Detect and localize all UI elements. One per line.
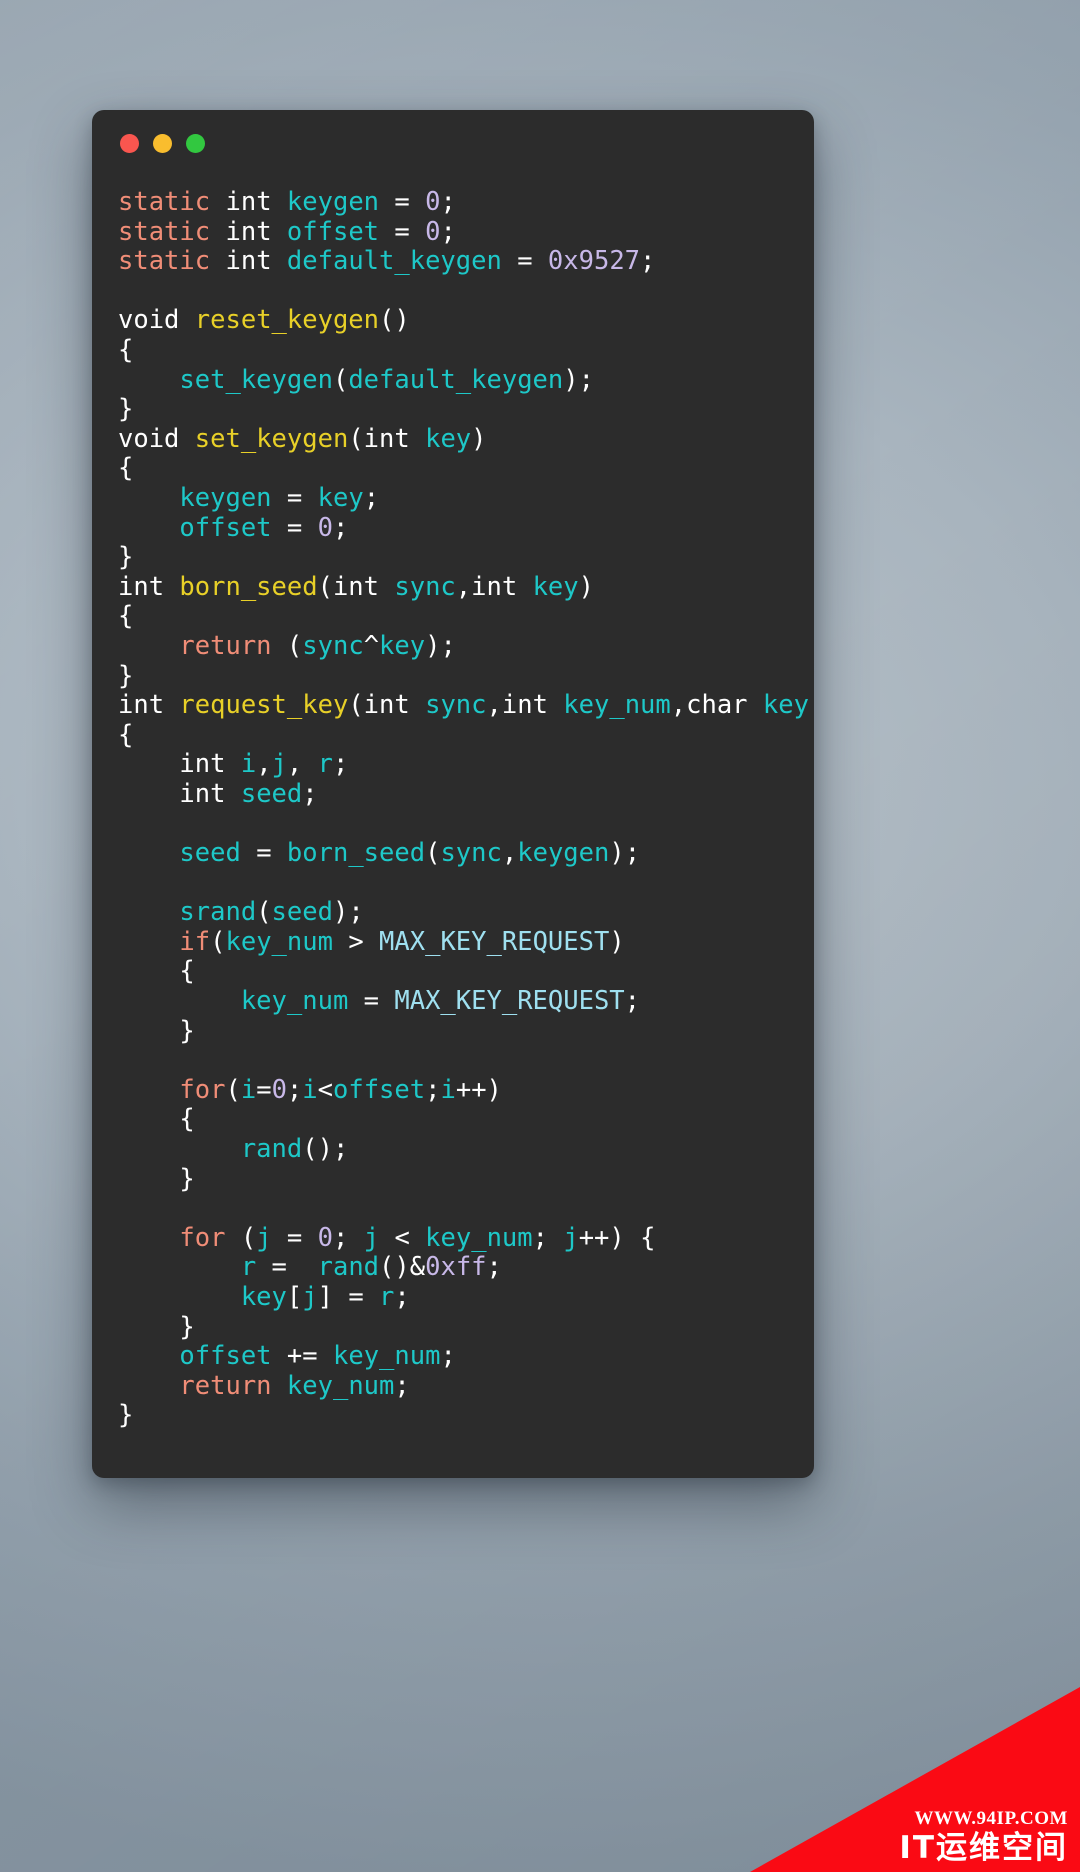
close-button[interactable] — [120, 133, 139, 153]
screenshot-root: static int keygen = 0; static int offset… — [0, 0, 1080, 1872]
code-window: static int keygen = 0; static int offset… — [92, 110, 814, 1478]
window-titlebar — [92, 110, 814, 176]
zoom-button[interactable] — [186, 133, 205, 153]
watermark-text: WWW.94IP.COM IT运维空间 — [899, 1808, 1068, 1866]
code-area[interactable]: static int keygen = 0; static int offset… — [92, 176, 814, 1451]
minimize-button[interactable] — [153, 133, 172, 153]
watermark-site-name: IT运维空间 — [899, 1830, 1068, 1866]
watermark: WWW.94IP.COM IT运维空间 — [750, 1687, 1080, 1872]
code-block[interactable]: static int keygen = 0; static int offset… — [118, 187, 814, 1431]
watermark-url: WWW.94IP.COM — [914, 1808, 1068, 1829]
